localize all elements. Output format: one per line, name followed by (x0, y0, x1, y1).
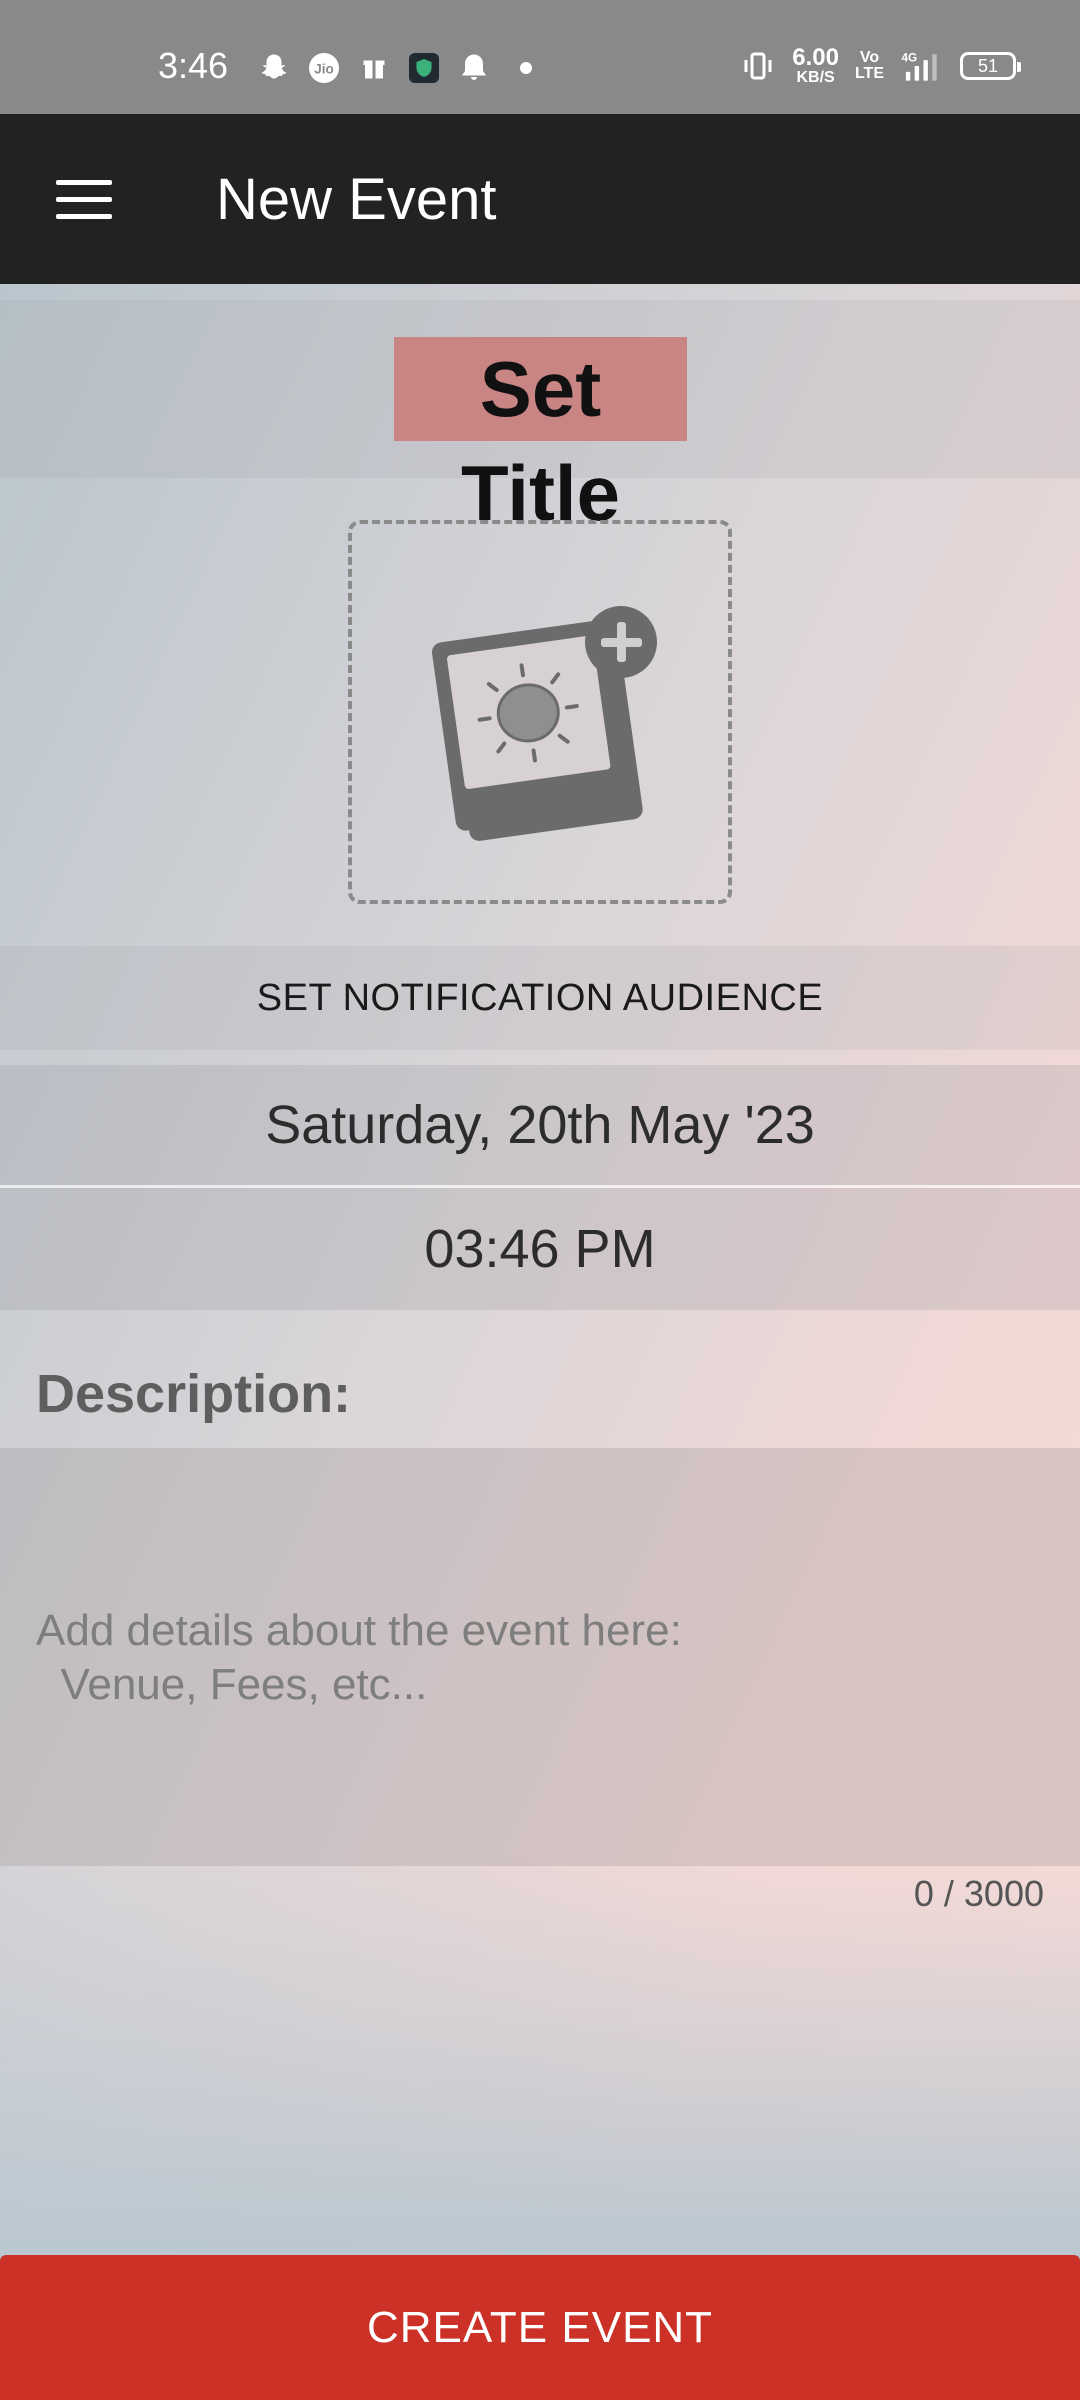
date-picker[interactable]: Saturday, 20th May '23 (0, 1065, 1080, 1185)
add-photo-icon (431, 606, 657, 841)
shield-app-icon (406, 50, 442, 86)
network-speed: 6.00 KB/S (792, 46, 839, 86)
volte-line1: Vo (859, 49, 880, 66)
set-title-field[interactable]: Set Title (394, 337, 687, 537)
network-type-label: 4G (901, 52, 917, 65)
signal-4g-icon: 4G (900, 48, 944, 84)
volte-line2: LTE (854, 65, 884, 82)
description-placeholder: Add details about the event here: Venue,… (36, 1606, 682, 1709)
network-speed-unit: KB/S (796, 69, 835, 86)
background-gradient (0, 1860, 1080, 2260)
description-heading: Description: (36, 1364, 352, 1424)
menu-icon[interactable] (40, 164, 128, 234)
volte-indicator: Vo LTE (855, 50, 884, 82)
network-speed-value: 6.00 (792, 44, 839, 71)
notification-icons: Jio (256, 48, 532, 88)
status-bar: 3:46 Jio 6.00 KB/S Vo LTE 4G 51 (0, 0, 1080, 114)
vibrate-icon (740, 48, 776, 84)
system-icons: 6.00 KB/S Vo LTE 4G 51 (740, 44, 1021, 88)
jio-icon: Jio (306, 50, 342, 86)
create-event-button[interactable]: CREATE EVENT (0, 2255, 1080, 2400)
gift-icon (356, 50, 392, 86)
character-counter: 0 / 3000 (913, 1873, 1044, 1914)
set-notification-audience-button[interactable]: SET NOTIFICATION AUDIENCE (0, 946, 1080, 1050)
page-title: New Event (216, 167, 497, 232)
bell-icon (456, 50, 492, 86)
time-picker[interactable]: 03:46 PM (0, 1188, 1080, 1310)
svg-text:Jio: Jio (314, 61, 334, 76)
battery-indicator: 51 (960, 52, 1021, 80)
more-notifications-dot (520, 62, 532, 74)
add-image-button[interactable] (348, 520, 732, 904)
snapchat-icon (256, 50, 292, 86)
status-time: 3:46 (158, 45, 229, 86)
app-bar: New Event (0, 114, 1080, 284)
battery-level: 51 (977, 55, 999, 76)
